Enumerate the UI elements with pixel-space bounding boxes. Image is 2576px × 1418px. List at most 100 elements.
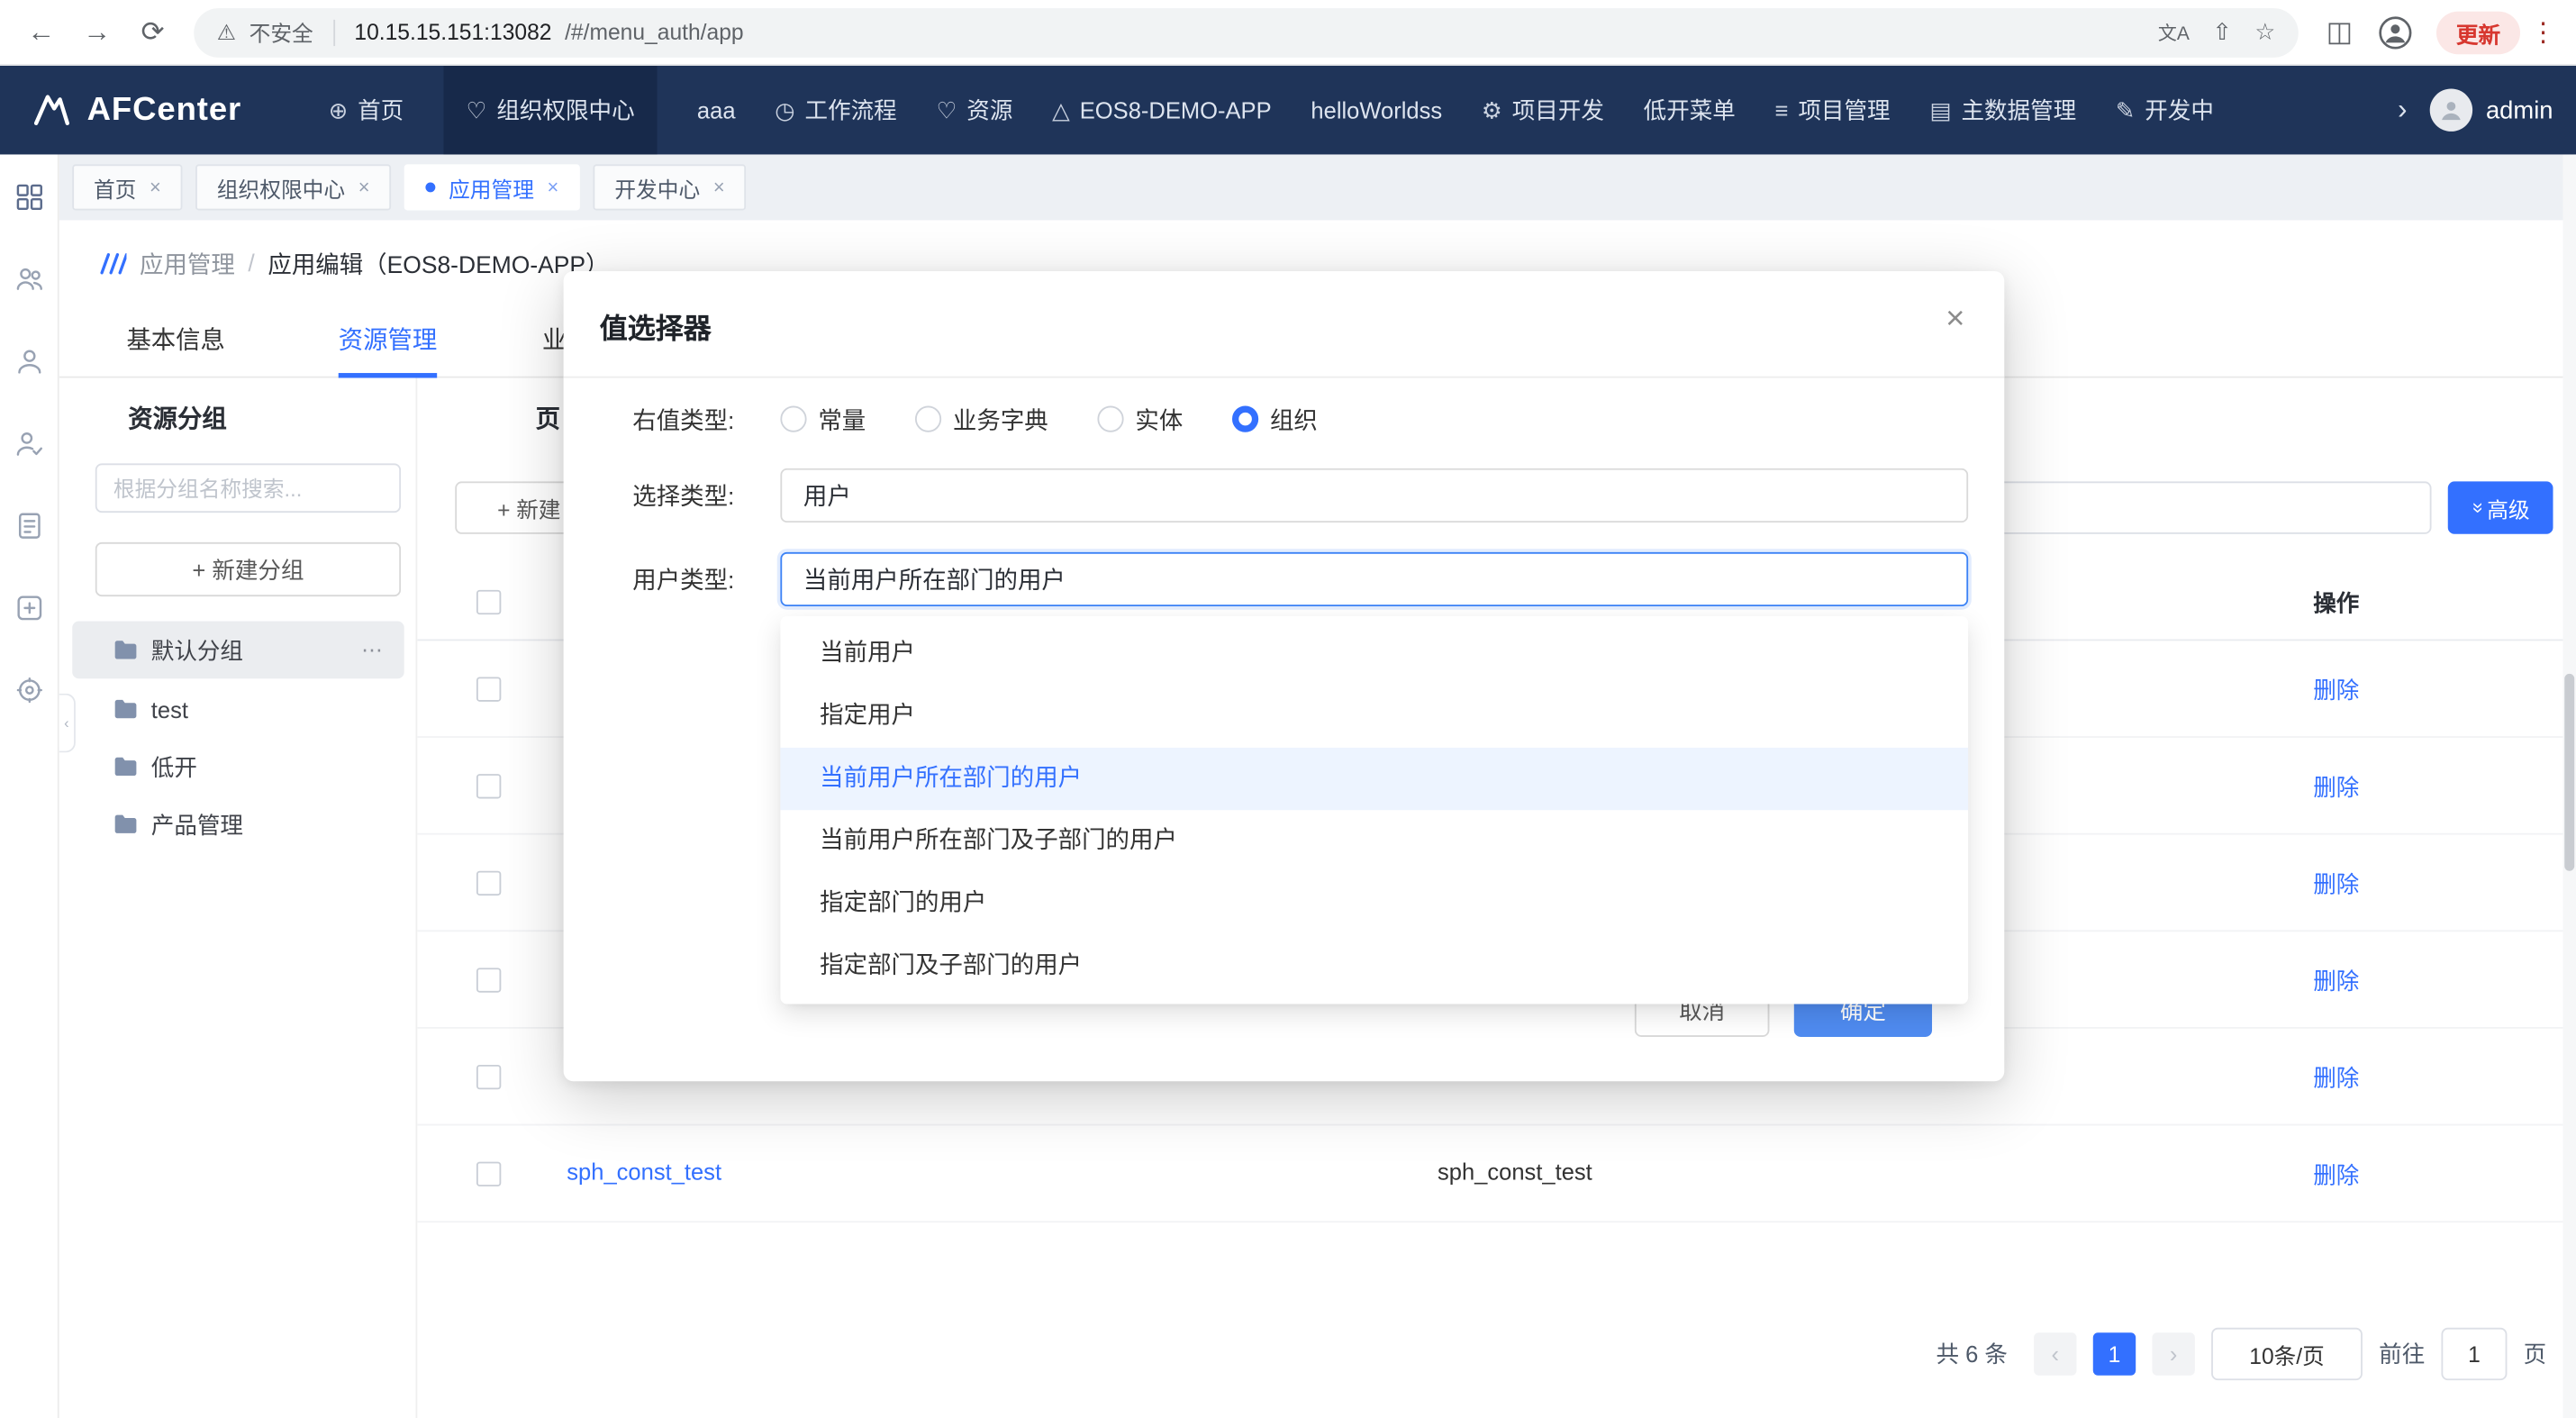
nav-item-resource[interactable]: ♡ 资源 xyxy=(936,66,1012,154)
active-tab-dot xyxy=(426,182,436,192)
user-check-icon[interactable] xyxy=(13,427,45,465)
nav-item-eos8-demo-app[interactable]: △ EOS8-DEMO-APP xyxy=(1052,66,1271,154)
users-icon[interactable] xyxy=(13,263,45,301)
delete-link[interactable]: 删除 xyxy=(2313,868,2359,900)
row-name-link[interactable]: sph_const_test xyxy=(567,1159,721,1185)
close-icon[interactable]: × xyxy=(548,176,559,199)
group-item-product-mgmt[interactable]: 产品管理 xyxy=(59,795,418,853)
page-unit-label: 页 xyxy=(2524,1338,2547,1370)
side-panel-icon[interactable]: ◫ xyxy=(2315,7,2364,57)
profile-icon[interactable] xyxy=(2371,7,2420,57)
panel-collapse-handle[interactable]: ‹ xyxy=(59,694,76,753)
nav-item-dev-center[interactable]: ✎ 开发中 xyxy=(2116,66,2214,154)
group-item-lowcode[interactable]: 低开 xyxy=(59,738,418,795)
right-value-type-radios: 常量 业务字典 实体 组织 xyxy=(780,403,1317,435)
nav-item-helloworldss[interactable]: helloWorldss xyxy=(1311,66,1442,154)
close-icon[interactable]: × xyxy=(150,176,161,199)
page-size-select[interactable]: 10条/页 xyxy=(2211,1328,2363,1380)
tab-home[interactable]: 首页 × xyxy=(72,164,182,210)
nav-item-project-mgmt[interactable]: ≡ 项目管理 xyxy=(1775,66,1891,154)
plus-square-icon[interactable] xyxy=(13,592,45,630)
translate-icon[interactable]: 文A xyxy=(2158,19,2190,45)
row-checkbox[interactable] xyxy=(476,1162,501,1186)
row-checkbox[interactable] xyxy=(476,774,501,798)
scrollbar-thumb[interactable] xyxy=(2564,674,2574,871)
grid-apps-icon[interactable] xyxy=(13,181,45,219)
group-more-icon[interactable]: ⋯ xyxy=(361,637,385,663)
nav-item-lowcode-menu[interactable]: 低开菜单 xyxy=(1644,66,1736,154)
reload-icon[interactable]: ⟳ xyxy=(128,7,177,57)
browser-update-button[interactable]: 更新 xyxy=(2436,11,2520,53)
row-checkbox[interactable] xyxy=(476,968,501,992)
pagination-next-icon[interactable]: › xyxy=(2152,1332,2194,1375)
delete-link[interactable]: 删除 xyxy=(2313,1159,2359,1191)
dropdown-option[interactable]: 当前用户所在部门及子部门的用户 xyxy=(780,810,1968,872)
gear-icon: ⚙ xyxy=(1482,96,1502,124)
delete-link[interactable]: 删除 xyxy=(2313,770,2359,803)
browser-menu-icon[interactable]: ⋮ xyxy=(2526,15,2559,48)
tab-org-auth-center[interactable]: 组织权限中心 × xyxy=(195,164,391,210)
group-item-default[interactable]: 默认分组 ⋯ xyxy=(72,621,404,678)
goto-page-input[interactable] xyxy=(2441,1328,2507,1380)
dropdown-option[interactable]: 指定部门的用户 xyxy=(780,873,1968,935)
right-value-type-label: 右值类型: xyxy=(632,403,734,437)
row-checkbox[interactable] xyxy=(476,871,501,895)
dropdown-option[interactable]: 当前用户 xyxy=(780,623,1968,685)
url-bar[interactable]: ⚠ 不安全 10.15.15.151:13082 /#/menu_auth/ap… xyxy=(194,7,2299,57)
nav-item-project-dev[interactable]: ⚙ 项目开发 xyxy=(1482,66,1604,154)
breadcrumb: 应用管理 / 应用编辑（EOS8-DEMO-APP） xyxy=(98,247,609,281)
tab-dev-center[interactable]: 开发中心 × xyxy=(594,164,747,210)
bookmark-star-icon[interactable]: ☆ xyxy=(2254,18,2275,46)
gear-target-icon[interactable] xyxy=(13,674,45,712)
top-nav: ⊕ 首页 ♡ 组织权限中心 aaa ◷ 工作流程 ♡ 资源 △ EOS8-DEM… xyxy=(329,66,2388,154)
tab-basic-info[interactable]: 基本信息 xyxy=(126,309,224,378)
modal-close-icon[interactable]: × xyxy=(1946,301,1964,339)
close-icon[interactable]: × xyxy=(713,176,725,199)
radio-constant[interactable]: 常量 xyxy=(780,402,866,436)
tab-resource-management[interactable]: 资源管理 xyxy=(339,309,437,378)
vertical-scrollbar[interactable] xyxy=(2562,154,2576,1418)
select-type-dropdown[interactable]: 用户 xyxy=(780,468,1968,523)
group-search-input[interactable] xyxy=(95,463,401,513)
breadcrumb-app-management[interactable]: 应用管理 xyxy=(140,247,235,281)
share-icon[interactable]: ⇧ xyxy=(2212,18,2231,46)
pagination-prev-icon[interactable]: ‹ xyxy=(2034,1332,2076,1375)
nav-overflow-chevron-icon[interactable]: › xyxy=(2398,94,2407,126)
user-type-dropdown[interactable]: 当前用户所在部门的用户 xyxy=(780,552,1968,606)
nav-item-home[interactable]: ⊕ 首页 xyxy=(329,66,404,154)
nav-label: aaa xyxy=(697,97,736,123)
document-icon[interactable] xyxy=(13,509,45,547)
nav-item-master-data[interactable]: ▤ 主数据管理 xyxy=(1929,66,2076,154)
dropdown-option[interactable]: 指定部门及子部门的用户 xyxy=(780,935,1968,997)
radio-entity[interactable]: 实体 xyxy=(1097,402,1183,436)
user-icon[interactable] xyxy=(13,345,45,383)
tab-app-management[interactable]: 应用管理 × xyxy=(404,164,580,210)
nav-item-aaa[interactable]: aaa xyxy=(697,66,736,154)
user-menu[interactable]: admin xyxy=(2430,88,2553,131)
group-item-test[interactable]: test xyxy=(59,680,418,738)
delete-link[interactable]: 删除 xyxy=(2313,1061,2359,1094)
app-logo[interactable]: AFCenter xyxy=(30,88,329,131)
group-label: test xyxy=(151,695,188,722)
back-icon[interactable]: ← xyxy=(16,7,66,57)
dropdown-option[interactable]: 指定用户 xyxy=(780,686,1968,748)
pagination-page-1[interactable]: 1 xyxy=(2093,1332,2136,1375)
row-checkbox[interactable] xyxy=(476,1065,501,1089)
close-icon[interactable]: × xyxy=(358,176,370,199)
edit-icon: ✎ xyxy=(2116,96,2135,124)
advanced-filter-button[interactable]: « 高级 xyxy=(2448,481,2553,533)
delete-link[interactable]: 删除 xyxy=(2313,965,2359,997)
nav-item-org-auth-center[interactable]: ♡ 组织权限中心 xyxy=(443,66,658,154)
select-all-checkbox[interactable] xyxy=(476,590,501,614)
radio-business-dict[interactable]: 业务字典 xyxy=(915,402,1048,436)
dropdown-option-selected[interactable]: 当前用户所在部门的用户 xyxy=(780,748,1968,810)
radio-organization[interactable]: 组织 xyxy=(1232,402,1318,436)
new-group-button[interactable]: + 新建分组 xyxy=(95,542,401,596)
section-label-page: 页 xyxy=(536,401,560,435)
delete-link[interactable]: 删除 xyxy=(2313,674,2359,706)
forward-icon[interactable]: → xyxy=(72,7,122,57)
security-label: 不安全 xyxy=(249,16,313,48)
nav-label: EOS8-DEMO-APP xyxy=(1080,97,1272,123)
nav-item-workflow[interactable]: ◷ 工作流程 xyxy=(775,66,896,154)
row-checkbox[interactable] xyxy=(476,677,501,701)
